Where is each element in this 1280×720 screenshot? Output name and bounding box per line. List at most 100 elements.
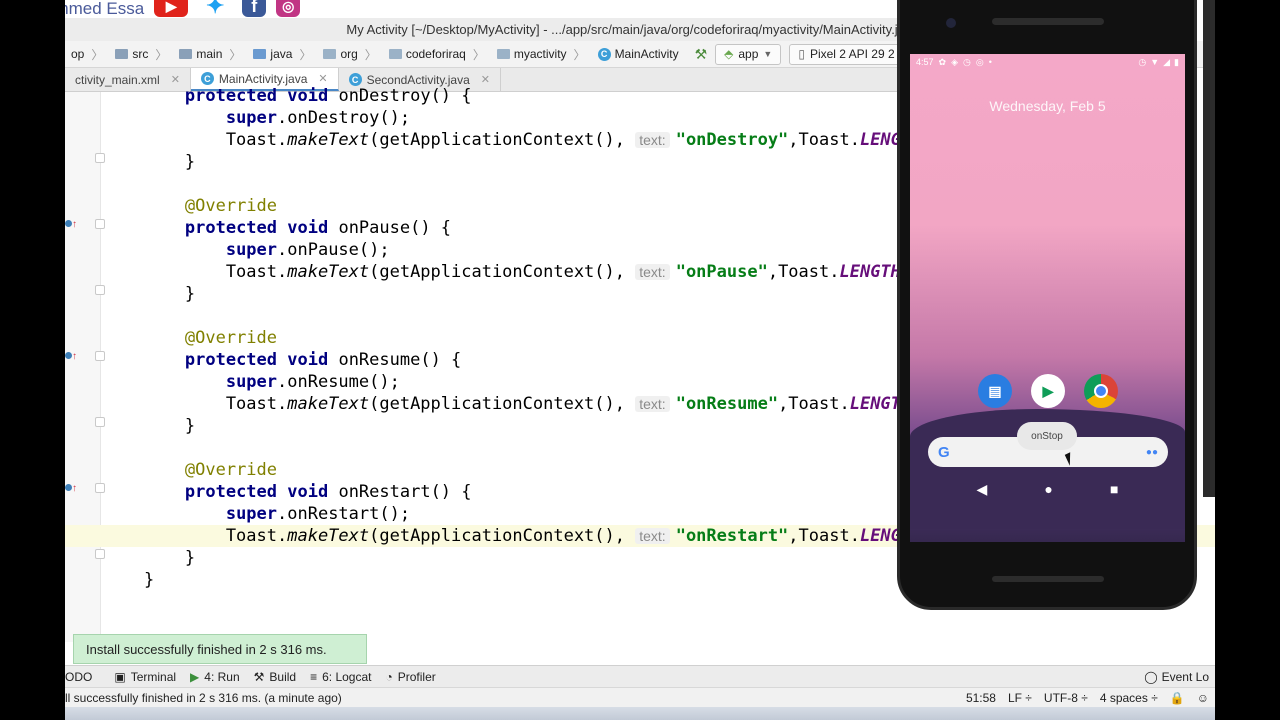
- google-logo-icon: G: [938, 443, 950, 461]
- run-icon: ▶: [190, 669, 200, 684]
- channel-banner: ammed Essa ▶ ✦ f ◎: [65, 0, 301, 18]
- emulator-display[interactable]: 4:57 ✿ ◈ ◷ ◎ • ◷ ▼ ◢ ▮ Wednesday, Feb 5 …: [910, 54, 1185, 542]
- class-icon: C: [597, 47, 611, 61]
- wifi-icon: ▼: [1150, 56, 1160, 67]
- chrome-app-icon[interactable]: [1084, 374, 1118, 408]
- breadcrumb-label: codeforiraq: [405, 47, 466, 61]
- breadcrumb-project[interactable]: op 〉: [65, 46, 109, 63]
- back-icon[interactable]: ◀: [977, 481, 988, 498]
- profiler-icon: ◔: [385, 669, 393, 684]
- build-hammer-icon[interactable]: ⚒: [695, 46, 708, 63]
- breadcrumb-label: myactivity: [513, 47, 567, 61]
- settings-icon: ✿: [938, 56, 947, 67]
- android-toast-text: onStop: [1031, 430, 1063, 442]
- android-emulator[interactable]: 4:57 ✿ ◈ ◷ ◎ • ◷ ▼ ◢ ▮ Wednesday, Feb 5 …: [897, 0, 1197, 610]
- breadcrumb-src[interactable]: src 〉: [109, 46, 173, 63]
- dot-icon: •: [988, 56, 992, 67]
- lock-icon[interactable]: 🔒: [1170, 691, 1185, 705]
- close-icon[interactable]: ✕: [318, 72, 327, 85]
- breadcrumb-label: src: [132, 47, 149, 61]
- tool-label: 6: Logcat: [322, 669, 372, 684]
- android-icon: ⬘: [724, 47, 734, 61]
- chevron-down-icon: ▼: [763, 49, 773, 59]
- tool-run[interactable]: ▶ 4: Run: [190, 670, 254, 684]
- recents-icon[interactable]: ■: [1110, 481, 1118, 497]
- breadcrumb-label: java: [270, 47, 293, 61]
- code-line[interactable]: }: [65, 569, 154, 591]
- line-separator[interactable]: LF ÷: [1008, 691, 1032, 705]
- breadcrumb-main[interactable]: main 〉: [173, 46, 247, 63]
- code-line[interactable]: Toast.makeText(getApplicationContext(), …: [65, 393, 911, 415]
- signal-icon: ◢: [1163, 56, 1171, 67]
- code-line[interactable]: Toast.makeText(getApplicationContext(), …: [65, 129, 922, 151]
- breadcrumb-org[interactable]: org 〉: [317, 46, 382, 63]
- status-bar: ll successfully finished in 2 s 316 ms. …: [65, 687, 1215, 707]
- play-store-app-icon[interactable]: ▶: [1031, 374, 1065, 408]
- code-line[interactable]: protected void onResume() {: [65, 349, 461, 371]
- breadcrumb-java[interactable]: java 〉: [247, 46, 317, 63]
- terminal-icon: ▣: [114, 669, 126, 684]
- tool-build[interactable]: ⚒ Build: [254, 670, 310, 684]
- messages-app-icon[interactable]: ▤: [978, 374, 1012, 408]
- tool-label: Terminal: [130, 669, 177, 684]
- file-encoding[interactable]: UTF-8 ÷: [1044, 691, 1088, 705]
- folder-icon: [115, 49, 129, 59]
- indent-setting[interactable]: 4 spaces ÷: [1100, 691, 1158, 705]
- home-date: Wednesday, Feb 5: [989, 98, 1106, 114]
- code-line[interactable]: protected void onDestroy() {: [65, 85, 472, 107]
- sync-icon: ◎: [975, 56, 984, 67]
- tool-logcat[interactable]: ≡ 6: Logcat: [310, 670, 385, 684]
- code-line[interactable]: super.onDestroy();: [65, 107, 410, 129]
- code-line[interactable]: @Override: [65, 459, 277, 481]
- tab-label: MainActivity.java: [218, 71, 308, 86]
- folder-icon: [253, 49, 267, 59]
- run-config-select[interactable]: ⬘ app ▼: [715, 43, 782, 65]
- battery-icon: ▮: [1174, 56, 1179, 67]
- tool-profiler[interactable]: ◔ Profiler: [385, 670, 449, 684]
- code-line[interactable]: Toast.makeText(getApplicationContext(), …: [65, 261, 901, 283]
- android-nav-bar: ◀ ● ■: [910, 474, 1185, 504]
- code-line[interactable]: protected void onRestart() {: [65, 481, 472, 503]
- android-toast: onStop: [1017, 422, 1077, 450]
- breadcrumb-codeforiraq[interactable]: codeforiraq 〉: [383, 46, 491, 63]
- breadcrumb-mainactivity[interactable]: C MainActivity: [592, 47, 685, 61]
- device-icon: ▯: [798, 47, 805, 61]
- code-line[interactable]: super.onPause();: [65, 239, 390, 261]
- tool-label: Event Lo: [1161, 670, 1209, 684]
- emulator-side-panel: [1203, 0, 1215, 497]
- phone-speaker: [992, 18, 1104, 25]
- tool-label: Profiler: [397, 669, 436, 684]
- code-line[interactable]: }: [65, 283, 195, 305]
- code-line[interactable]: protected void onPause() {: [65, 217, 451, 239]
- package-icon: [388, 49, 402, 59]
- window-title: My Activity [~/Desktop/MyActivity] - ...…: [346, 22, 900, 37]
- twitter-icon: ✦: [205, 0, 225, 18]
- android-status-bar: 4:57 ✿ ◈ ◷ ◎ • ◷ ▼ ◢ ▮: [910, 54, 1185, 70]
- breadcrumb-label: main: [196, 47, 223, 61]
- code-line[interactable]: super.onRestart();: [65, 503, 410, 525]
- feedback-icon[interactable]: ☺: [1197, 691, 1209, 705]
- code-line[interactable]: }: [65, 547, 195, 569]
- tool-terminal[interactable]: ▣ Terminal: [106, 670, 190, 684]
- status-message[interactable]: ll successfully finished in 2 s 316 ms. …: [65, 691, 342, 705]
- device-label: Pixel 2 API 29 2: [809, 47, 895, 61]
- tool-event-log[interactable]: ◯ Event Lo: [1144, 666, 1215, 688]
- run-config-label: app: [738, 47, 759, 61]
- tool-todo[interactable]: ODO: [65, 670, 106, 684]
- code-line[interactable]: }: [65, 151, 195, 173]
- package-icon: [496, 49, 510, 59]
- code-line[interactable]: super.onResume();: [65, 371, 400, 393]
- home-icon[interactable]: ●: [1044, 481, 1052, 497]
- code-line[interactable]: @Override: [65, 195, 277, 217]
- search-icon: ◯: [1144, 670, 1158, 684]
- code-line[interactable]: @Override: [65, 327, 277, 349]
- channel-name: ammed Essa: [65, 0, 145, 18]
- caret-position[interactable]: 51:58: [966, 691, 996, 705]
- code-line[interactable]: }: [65, 415, 195, 437]
- package-icon: [323, 49, 337, 59]
- window-title-bar: My Activity [~/Desktop/MyActivity] - ...…: [65, 18, 900, 41]
- close-icon[interactable]: ✕: [481, 73, 490, 86]
- camera-icon: [946, 18, 956, 28]
- breadcrumb-myactivity[interactable]: myactivity 〉: [491, 46, 592, 63]
- youtube-icon: ▶: [154, 0, 189, 17]
